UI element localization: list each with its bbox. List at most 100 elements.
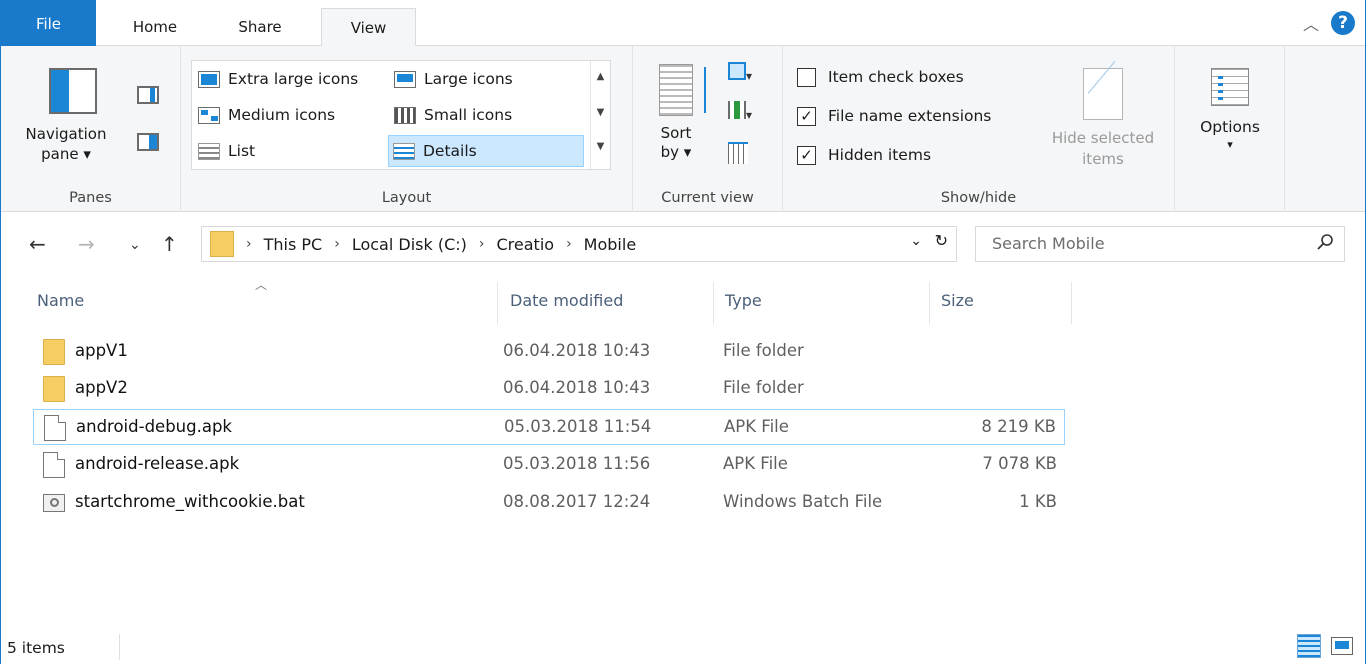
up-arrow-icon[interactable]: ↑: [161, 232, 178, 256]
recent-locations-icon[interactable]: ⌄: [129, 237, 141, 253]
folder-icon: [210, 231, 234, 257]
file-date: 05.03.2018 11:56: [503, 454, 651, 473]
breadcrumb-local-disk[interactable]: Local Disk (C:): [352, 235, 467, 254]
breadcrumb-creatio[interactable]: Creatio: [497, 235, 555, 254]
minimize-ribbon-icon[interactable]: ︿: [1303, 11, 1319, 35]
list-item[interactable]: appV2 06.04.2018 10:43 File folder: [33, 371, 1065, 407]
details-view-icon[interactable]: [1297, 634, 1321, 658]
chevron-right-icon[interactable]: ›: [479, 236, 485, 252]
item-check-boxes-label: Item check boxes: [828, 68, 964, 86]
file-type: Windows Batch File: [723, 492, 883, 511]
layout-small-icons[interactable]: Small icons: [390, 99, 512, 131]
column-divider[interactable]: [929, 282, 930, 324]
chevron-right-icon[interactable]: ›: [334, 236, 340, 252]
layout-medium-label: Medium icons: [228, 106, 336, 124]
item-check-boxes-checkbox[interactable]: [797, 67, 816, 87]
size-columns-icon: [728, 142, 748, 164]
breadcrumb-mobile[interactable]: Mobile: [584, 235, 636, 254]
layout-list-label: List: [228, 142, 256, 160]
navigation-pane-icon[interactable]: [49, 68, 97, 114]
status-divider: [119, 634, 120, 660]
hide-selected-items-button[interactable]: Hide selected items: [1033, 68, 1173, 170]
ribbon-controls: ︿ ?: [1303, 11, 1355, 35]
folder-icon: [43, 339, 65, 365]
details-pane-icon[interactable]: [137, 133, 159, 151]
tab-share[interactable]: Share: [218, 8, 302, 46]
layout-large-label: Large icons: [424, 70, 513, 88]
preview-pane-icon[interactable]: [137, 86, 159, 104]
file-date: 06.04.2018 10:43: [503, 341, 651, 360]
forward-arrow-icon[interactable]: →: [78, 232, 95, 256]
column-name[interactable]: Name: [37, 291, 84, 310]
large-icons-view-icon[interactable]: [1331, 637, 1353, 655]
column-divider[interactable]: [713, 282, 714, 324]
size-columns-button[interactable]: [728, 142, 756, 164]
options-caret: ▾: [1227, 138, 1233, 151]
file-icon: [43, 452, 65, 478]
hidden-items-toggle[interactable]: ✓ Hidden items: [797, 140, 931, 170]
back-arrow-icon[interactable]: ←: [29, 232, 46, 256]
ribbon-view: Navigation pane ▾ Panes Extra large icon…: [1, 46, 1365, 212]
list-item[interactable]: android-debug.apk 05.03.2018 11:54 APK F…: [33, 409, 1065, 445]
column-size[interactable]: Size: [941, 291, 974, 310]
column-type[interactable]: Type: [725, 291, 762, 310]
refresh-icon[interactable]: ↻: [935, 231, 948, 250]
layout-large-icons[interactable]: Large icons: [390, 63, 513, 95]
list-item[interactable]: android-release.apk 05.03.2018 11:56 APK…: [33, 447, 1065, 483]
group-options: Options ▾: [1175, 46, 1285, 212]
chevron-right-icon[interactable]: ›: [246, 236, 252, 252]
group-by-button[interactable]: ▾: [728, 62, 756, 84]
tab-file[interactable]: File: [1, 0, 96, 46]
expand-gallery-icon[interactable]: ▼: [591, 141, 610, 152]
search-box[interactable]: [975, 226, 1345, 262]
file-type: File folder: [723, 341, 804, 360]
breadcrumb-this-pc[interactable]: This PC: [264, 235, 323, 254]
list-item[interactable]: startchrome_withcookie.bat 08.08.2017 12…: [33, 485, 1065, 521]
add-columns-button[interactable]: ▾: [728, 101, 756, 123]
file-type: File folder: [723, 378, 804, 397]
layout-extra-large-icons[interactable]: Extra large icons: [194, 63, 358, 95]
column-divider[interactable]: [1071, 282, 1072, 324]
sort-ascending-icon: ︿: [255, 278, 268, 292]
address-bar[interactable]: › This PC › Local Disk (C:) › Creatio › …: [201, 226, 957, 262]
file-name: android-release.apk: [75, 454, 240, 473]
layout-gallery: Extra large icons Large icons Medium ico…: [191, 60, 611, 170]
search-input[interactable]: [992, 234, 1292, 253]
file-name: android-debug.apk: [76, 417, 232, 436]
navigation-pane-label-2: pane ▾: [41, 145, 91, 163]
tab-view[interactable]: View: [321, 8, 416, 47]
sort-by-button[interactable]: Sort by ▾: [651, 64, 706, 162]
hide-selected-icon: [1083, 68, 1123, 120]
help-icon[interactable]: ?: [1331, 11, 1355, 35]
layout-medium-icons[interactable]: Medium icons: [194, 99, 335, 131]
layout-group-label: Layout: [381, 190, 432, 206]
layout-list[interactable]: List: [194, 135, 255, 167]
file-type: APK File: [724, 417, 789, 436]
details-icon: [393, 142, 415, 160]
column-date-modified[interactable]: Date modified: [510, 291, 623, 310]
group-panes: Navigation pane ▾ Panes: [1, 46, 181, 212]
layout-details[interactable]: Details: [388, 135, 584, 167]
search-icon[interactable]: [1316, 233, 1334, 253]
options-button[interactable]: Options ▾: [1175, 68, 1285, 151]
group-layout: Extra large icons Large icons Medium ico…: [181, 46, 633, 212]
tab-home[interactable]: Home: [115, 8, 195, 46]
address-dropdown-icon[interactable]: ⌄: [910, 233, 922, 249]
file-date: 06.04.2018 10:43: [503, 378, 651, 397]
hidden-items-checkbox[interactable]: ✓: [797, 145, 816, 165]
file-name-extensions-toggle[interactable]: ✓ File name extensions: [797, 101, 991, 131]
layout-details-label: Details: [423, 142, 477, 160]
list-item[interactable]: appV1 06.04.2018 10:43 File folder: [33, 334, 1065, 370]
status-bar: 5 items: [1, 628, 1365, 664]
layout-gallery-scroll[interactable]: ▲ ▼ ▼: [590, 61, 610, 169]
item-count: 5 items: [7, 639, 65, 657]
chevron-right-icon[interactable]: ›: [566, 236, 572, 252]
scroll-down-icon[interactable]: ▼: [591, 107, 610, 118]
file-name-extensions-checkbox[interactable]: ✓: [797, 106, 816, 126]
item-check-boxes-toggle[interactable]: Item check boxes: [797, 62, 964, 92]
options-icon: [1211, 68, 1249, 106]
scroll-up-icon[interactable]: ▲: [591, 71, 610, 82]
folder-icon: [43, 376, 65, 402]
navigation-pane-button[interactable]: Navigation pane ▾: [1, 124, 131, 164]
column-divider[interactable]: [497, 282, 498, 324]
